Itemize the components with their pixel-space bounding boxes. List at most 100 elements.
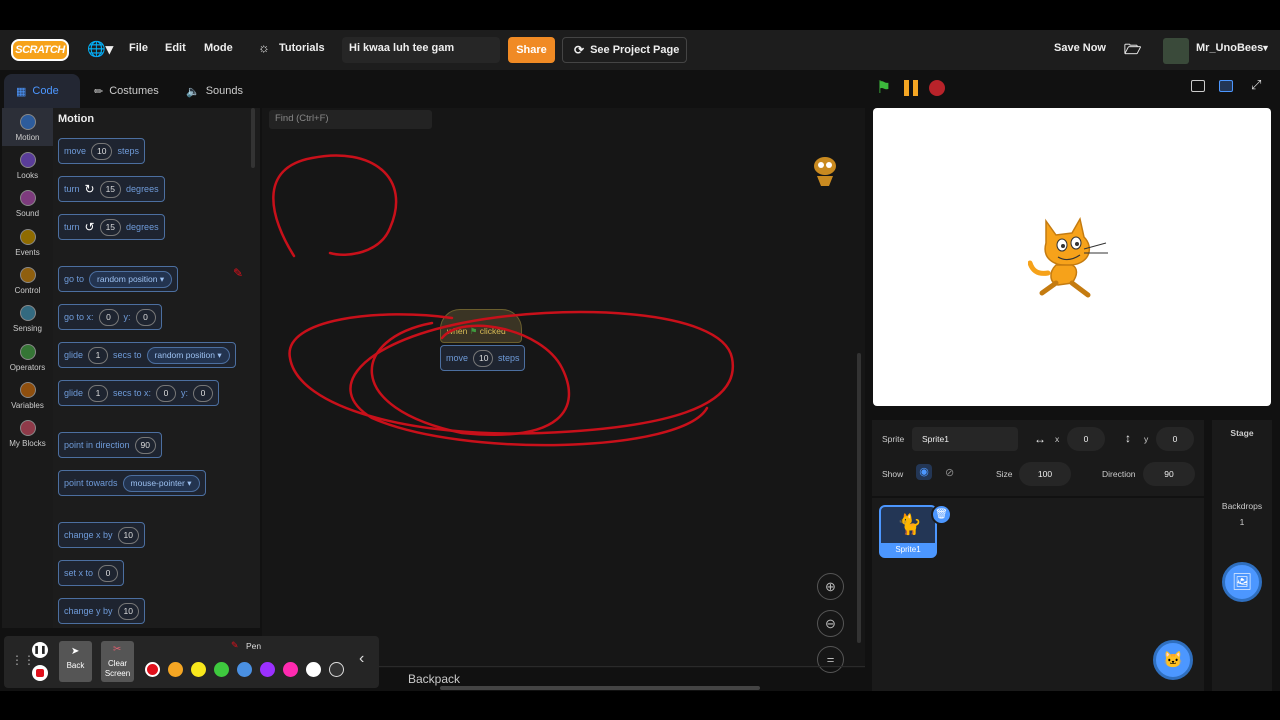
project-title-input[interactable]: Hi kwaa luh tee gam xyxy=(342,37,500,63)
delete-sprite-button[interactable]: 🗑 xyxy=(931,504,952,525)
share-button[interactable]: Share xyxy=(508,37,555,63)
color-swatch[interactable] xyxy=(329,662,344,677)
category-control[interactable]: Control xyxy=(2,267,53,295)
y-input[interactable]: 0 xyxy=(1156,427,1194,451)
x-input[interactable]: 0 xyxy=(1067,427,1105,451)
zoom-in-button[interactable]: ⊕ xyxy=(817,573,844,600)
green-flag-icon[interactable]: ⚑ xyxy=(876,78,891,98)
menu-file[interactable]: File xyxy=(129,42,148,54)
block-input[interactable]: 0 xyxy=(98,564,119,582)
stop-recording-icon[interactable] xyxy=(32,665,48,681)
username-menu[interactable]: Mr_UnoBees xyxy=(1196,42,1263,54)
block-input[interactable]: 0 xyxy=(156,384,177,402)
menu-edit[interactable]: Edit xyxy=(165,42,186,54)
save-now-button[interactable]: Save Now xyxy=(1054,42,1106,54)
color-swatch[interactable] xyxy=(260,662,275,677)
block-input[interactable]: 10 xyxy=(91,142,113,160)
clear-screen-button[interactable]: ✂ Clear Screen xyxy=(101,641,134,682)
stop-icon[interactable] xyxy=(929,80,945,96)
category-sensing[interactable]: Sensing xyxy=(2,305,53,333)
block-input[interactable]: 0 xyxy=(193,384,214,402)
lightbulb-icon: ☼ xyxy=(258,40,270,55)
choose-sprite-button[interactable]: 🐱 xyxy=(1153,640,1193,680)
color-swatch[interactable] xyxy=(145,662,160,677)
block-input[interactable]: 1 xyxy=(88,384,109,402)
category-variables[interactable]: Variables xyxy=(2,382,53,410)
palette-scrollbar[interactable] xyxy=(251,108,255,168)
block-change-x[interactable]: change x by 10 xyxy=(58,522,146,548)
block-move-steps[interactable]: move 10 steps xyxy=(58,138,145,164)
block-change-y[interactable]: change y by 10 xyxy=(58,598,146,624)
category-label: Control xyxy=(14,286,41,295)
chevron-down-icon[interactable]: ▼ xyxy=(1261,43,1270,53)
block-glide[interactable]: glide 1 secs to random position ▾ xyxy=(58,342,236,368)
color-swatch[interactable] xyxy=(283,662,298,677)
color-swatch[interactable] xyxy=(191,662,206,677)
avatar[interactable] xyxy=(1163,38,1189,64)
block-input[interactable]: 10 xyxy=(117,602,140,620)
color-swatch[interactable] xyxy=(237,662,252,677)
sprite-name-input[interactable]: Sprite1 xyxy=(912,427,1018,451)
see-project-page-button[interactable]: ⟳ See Project Page xyxy=(562,37,687,63)
block-text: point towards xyxy=(64,478,118,488)
direction-input[interactable]: 90 xyxy=(1143,462,1195,486)
category-operators[interactable]: Operators xyxy=(2,344,53,372)
block-set-x[interactable]: set x to 0 xyxy=(58,560,125,586)
category-events[interactable]: Events xyxy=(2,229,53,257)
block-dropdown[interactable]: random position ▾ xyxy=(146,346,230,364)
vertical-scrollbar[interactable] xyxy=(857,353,861,643)
sprite-name-label: Sprite xyxy=(882,434,905,444)
normal-stage-icon[interactable] xyxy=(1219,80,1233,92)
back-button[interactable]: ➤ Back xyxy=(59,641,92,682)
fullscreen-icon[interactable]: ⤢ xyxy=(1251,77,1261,93)
block-turn-left[interactable]: turn ↺ 15 degrees xyxy=(58,214,165,240)
block-input[interactable]: 0 xyxy=(135,308,156,326)
category-sound[interactable]: Sound xyxy=(2,190,53,218)
brush-icon: ✏ xyxy=(94,85,104,98)
pause-icon[interactable] xyxy=(903,80,919,96)
block-turn-right[interactable]: turn ↻ 15 degrees xyxy=(58,176,165,202)
block-input[interactable]: 1 xyxy=(88,346,109,364)
block-dropdown[interactable]: mouse-pointer ▾ xyxy=(122,474,200,492)
block-dropdown[interactable]: random position ▾ xyxy=(89,270,173,288)
color-swatch[interactable] xyxy=(306,662,321,677)
scratch-logo[interactable]: SCRATCH xyxy=(11,39,69,61)
block-input[interactable]: 0 xyxy=(98,308,119,326)
category-my-blocks[interactable]: My Blocks xyxy=(2,420,53,448)
tab-sounds-label: Sounds xyxy=(205,85,244,97)
category-motion[interactable]: Motion xyxy=(2,108,53,146)
block-go-to-xy[interactable]: go to x: 0 y: 0 xyxy=(58,304,162,330)
tab-sounds[interactable]: 🔈 Sounds xyxy=(174,74,255,108)
folder-icon[interactable]: 🗁 xyxy=(1124,39,1141,63)
block-input[interactable]: 90 xyxy=(134,436,157,454)
stage-canvas[interactable] xyxy=(873,108,1271,406)
block-input[interactable]: 15 xyxy=(99,218,122,236)
category-looks[interactable]: Looks xyxy=(2,152,53,180)
choose-backdrop-button[interactable]: 🖼 xyxy=(1222,562,1262,602)
color-swatch[interactable] xyxy=(214,662,229,677)
small-stage-icon[interactable] xyxy=(1191,80,1205,92)
block-glide-xy[interactable]: glide 1 secs to x: 0 y: 0 xyxy=(58,380,220,406)
block-text: degrees xyxy=(126,184,159,194)
block-input[interactable]: 15 xyxy=(99,180,122,198)
stage-target-panel[interactable]: Stage Backdrops 1 🖼 xyxy=(1212,420,1272,691)
hide-eye-icon[interactable]: ⊘ xyxy=(945,466,954,479)
show-eye-icon[interactable]: ◉ xyxy=(916,464,932,480)
zoom-out-button[interactable]: ⊖ xyxy=(817,610,844,637)
block-point-in-direction[interactable]: point in direction 90 xyxy=(58,432,163,458)
tab-costumes[interactable]: ✏ Costumes xyxy=(82,74,171,108)
drag-handle-icon[interactable]: ⋮⋮ xyxy=(11,653,35,667)
menu-tutorials[interactable]: Tutorials xyxy=(279,42,325,54)
color-swatch[interactable] xyxy=(168,662,183,677)
sprite-thumbnail[interactable]: 🐈 Sprite1 🗑 xyxy=(879,504,952,558)
tab-code[interactable]: ▦ Code xyxy=(4,74,80,108)
size-input[interactable]: 100 xyxy=(1019,462,1071,486)
globe-icon[interactable]: 🌐▾ xyxy=(87,40,113,58)
menu-mode[interactable]: Mode xyxy=(204,42,233,54)
pause-recording-icon[interactable]: ❚❚ xyxy=(32,642,48,658)
block-go-to[interactable]: go to random position ▾ xyxy=(58,266,179,292)
script-area[interactable]: Find (Ctrl+F) when ⚑ clicked move 10 steps… xyxy=(262,108,865,690)
block-point-towards[interactable]: point towards mouse-pointer ▾ xyxy=(58,470,206,496)
collapse-chevron-icon[interactable]: ‹ xyxy=(359,650,364,668)
block-input[interactable]: 10 xyxy=(117,526,140,544)
